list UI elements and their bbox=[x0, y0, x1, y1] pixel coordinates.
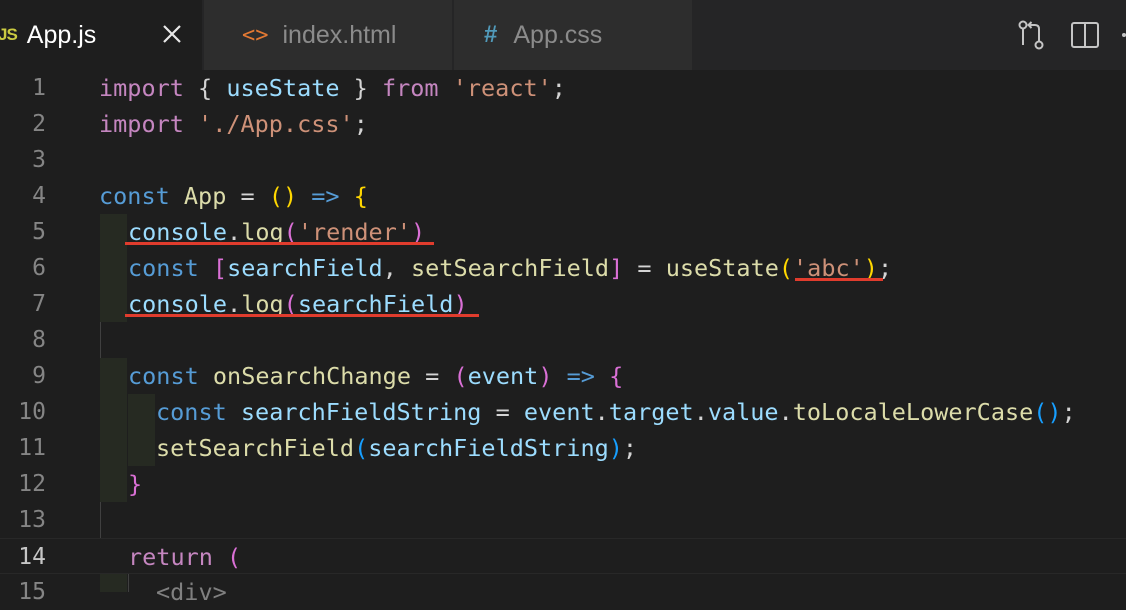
code-line: 12 } bbox=[0, 466, 1126, 502]
current-code-line: 14 return ( bbox=[0, 538, 1126, 574]
code-text: import { useState } from 'react'; bbox=[99, 74, 566, 102]
line-number: 5 bbox=[32, 219, 46, 245]
annotation-underline bbox=[795, 278, 883, 281]
code-text: const searchFieldString = event.target.v… bbox=[156, 398, 1076, 426]
code-text: const onSearchChange = (event) => { bbox=[128, 362, 624, 390]
code-text: setSearchField(searchFieldString); bbox=[156, 434, 638, 462]
tab-app-css[interactable]: # App.css bbox=[454, 0, 692, 70]
line-number-current: 14 bbox=[18, 544, 46, 570]
line-number: 2 bbox=[32, 111, 46, 137]
more-actions-icon[interactable] bbox=[1112, 18, 1126, 52]
code-line: 9 const onSearchChange = (event) => { bbox=[0, 358, 1126, 394]
code-line: 6 const [searchField, setSearchField] = … bbox=[0, 250, 1126, 286]
js-file-icon: JS bbox=[0, 25, 18, 44]
annotation-underline bbox=[125, 314, 479, 317]
line-number: 1 bbox=[32, 75, 46, 101]
line-number: 9 bbox=[32, 363, 46, 389]
tab-label: App.js bbox=[26, 20, 97, 49]
html-file-icon: <> bbox=[242, 22, 269, 48]
code-line: 10 const searchFieldString = event.targe… bbox=[0, 394, 1126, 430]
code-line: 13 bbox=[0, 502, 1126, 538]
code-line: 11 setSearchField(searchFieldString); bbox=[0, 430, 1126, 466]
tab-label: index.html bbox=[282, 20, 397, 49]
code-line: 4 const App = () => { bbox=[0, 178, 1126, 214]
line-number: 3 bbox=[32, 147, 46, 173]
code-text: import './App.css'; bbox=[99, 110, 368, 138]
code-text: return ( bbox=[128, 543, 242, 571]
line-number: 13 bbox=[18, 507, 46, 533]
editor-tab-bar: JS App.js <> index.html # App.css bbox=[0, 0, 1126, 70]
close-icon[interactable] bbox=[158, 20, 186, 48]
code-text: const App = () => { bbox=[99, 182, 368, 210]
compare-changes-icon[interactable] bbox=[1014, 18, 1048, 52]
split-editor-icon[interactable] bbox=[1068, 18, 1102, 52]
code-line: 3 bbox=[0, 142, 1126, 178]
annotation-underline bbox=[125, 242, 434, 245]
line-number: 6 bbox=[32, 255, 46, 281]
code-line: 15 <div> bbox=[0, 574, 1126, 610]
code-line: 8 bbox=[0, 322, 1126, 358]
line-number: 4 bbox=[32, 183, 46, 209]
line-number: 8 bbox=[32, 327, 46, 353]
css-file-icon: # bbox=[484, 21, 498, 48]
code-line: 1 import { useState } from 'react'; bbox=[0, 70, 1126, 106]
tab-label: App.css bbox=[513, 20, 603, 49]
tab-app-js[interactable]: JS App.js bbox=[0, 0, 202, 70]
line-number: 11 bbox=[18, 435, 46, 461]
code-text: <div> bbox=[156, 578, 227, 606]
line-number: 15 bbox=[18, 579, 46, 605]
code-line: 2 import './App.css'; bbox=[0, 106, 1126, 142]
line-number: 10 bbox=[18, 399, 46, 425]
tab-index-html[interactable]: <> index.html bbox=[204, 0, 452, 70]
line-number: 7 bbox=[32, 291, 46, 317]
code-text: const [searchField, setSearchField] = us… bbox=[128, 254, 893, 282]
code-editor[interactable]: 1 import { useState } from 'react'; 2 im… bbox=[0, 70, 1126, 606]
line-number: 12 bbox=[18, 471, 46, 497]
code-text: } bbox=[128, 470, 143, 498]
